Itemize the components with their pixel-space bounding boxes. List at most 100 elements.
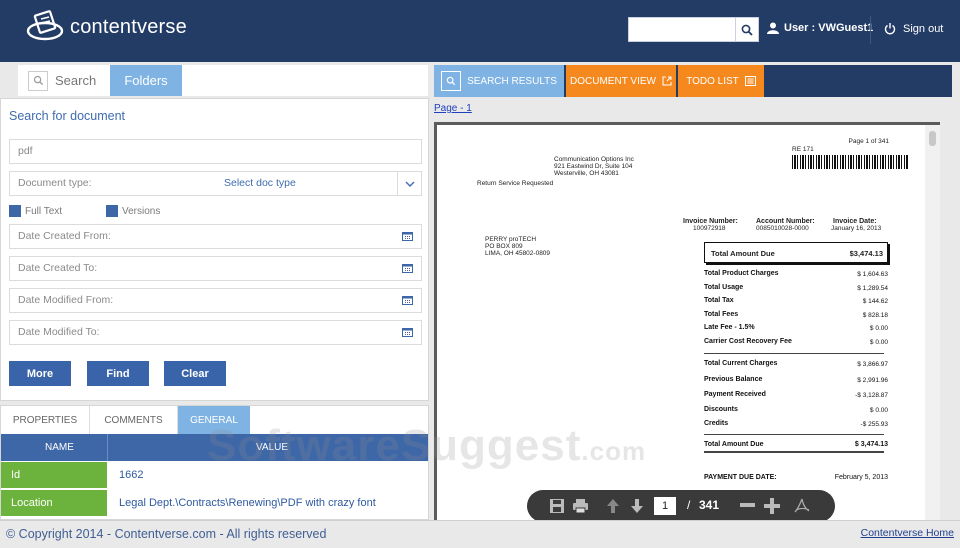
versions-checkbox[interactable]: Versions bbox=[106, 205, 160, 217]
tab-search-results-label: SEARCH RESULTS bbox=[467, 75, 557, 87]
total-due-box: Total Amount Due $3,474.13 bbox=[704, 242, 888, 263]
account-number: 0085010028-0000 bbox=[756, 225, 809, 232]
addressee-line: LIMA, OH 45802-0809 bbox=[485, 250, 551, 257]
search-panel-title: Search for document bbox=[9, 109, 126, 123]
charge-label: Total Tax bbox=[704, 297, 734, 304]
date-modified-from-field[interactable]: Date Modified From: bbox=[9, 288, 422, 313]
tab-properties[interactable]: PROPERTIES bbox=[1, 406, 90, 434]
checkbox-box bbox=[106, 205, 118, 217]
tab-search-results[interactable]: SEARCH RESULTS bbox=[434, 65, 564, 97]
page-separator: / bbox=[687, 498, 691, 512]
clear-button[interactable]: Clear bbox=[164, 361, 226, 386]
property-value: Legal Dept.\Contracts\Renewing\PDF with … bbox=[119, 497, 376, 509]
divider bbox=[704, 451, 884, 453]
tab-document-view[interactable]: DOCUMENT VIEW bbox=[566, 65, 676, 97]
print-icon[interactable] bbox=[572, 498, 589, 514]
table-row[interactable]: Location Legal Dept.\Contracts\Renewing\… bbox=[1, 490, 428, 517]
final-total-value: $ 3,474.13 bbox=[854, 441, 888, 448]
list-icon bbox=[744, 76, 756, 86]
pdf-icon[interactable] bbox=[794, 498, 810, 514]
return-service-text: Return Service Requested bbox=[477, 180, 554, 187]
home-link[interactable]: Contentverse Home bbox=[861, 527, 954, 539]
calendar-icon[interactable] bbox=[402, 295, 413, 305]
doc-type-label: Document type: bbox=[18, 177, 92, 189]
search-query-input[interactable]: pdf bbox=[9, 139, 422, 164]
search-query-value: pdf bbox=[18, 145, 33, 157]
company-line: Communication Options Inc bbox=[554, 156, 634, 163]
copyright-text: © Copyright 2014 - Contentverse.com - Al… bbox=[6, 527, 327, 541]
tab-search[interactable]: Search bbox=[18, 65, 110, 96]
chevron-down-icon bbox=[397, 172, 421, 195]
signout-label: Sign out bbox=[903, 22, 944, 35]
signout-button[interactable]: Sign out bbox=[884, 22, 943, 35]
checkbox-box bbox=[9, 205, 21, 217]
invoice-date: January 16, 2013 bbox=[831, 225, 882, 232]
logo[interactable]: contentverse bbox=[26, 10, 187, 44]
summary-value: $ 3,866.97 bbox=[857, 361, 888, 368]
search-panel: Search for document pdf Document type: S… bbox=[0, 98, 429, 401]
summary-label: Credits bbox=[704, 420, 729, 427]
calendar-icon[interactable] bbox=[402, 231, 413, 241]
watermark: SoftwareSuggest.com bbox=[207, 421, 646, 471]
top-bar: contentverse User : VWGuest1 Sign out bbox=[0, 0, 960, 62]
property-name: Location bbox=[1, 490, 107, 517]
zoom-in-icon[interactable] bbox=[764, 498, 780, 514]
contentverse-logo-icon bbox=[26, 10, 64, 41]
scrollbar-thumb[interactable] bbox=[929, 131, 936, 146]
charge-label: Late Fee - 1.5% bbox=[704, 324, 755, 331]
company-line: Westerville, OH 43081 bbox=[554, 170, 619, 177]
calendar-icon[interactable] bbox=[402, 327, 413, 337]
page-link[interactable]: Page - 1 bbox=[434, 103, 472, 114]
summary-label: Discounts bbox=[704, 406, 738, 413]
invoice-number: 100972918 bbox=[693, 225, 726, 232]
date-created-from-field[interactable]: Date Created From: bbox=[9, 224, 422, 249]
doc-type-value: Select doc type bbox=[224, 177, 296, 189]
footer: © Copyright 2014 - Contentverse.com - Al… bbox=[0, 520, 960, 548]
charge-value: $ 1,289.54 bbox=[857, 285, 888, 292]
addressee-line: PERRY proTECH bbox=[485, 236, 537, 243]
charge-value: $ 0.00 bbox=[869, 339, 888, 346]
invoice-number-label: Invoice Number: bbox=[683, 218, 738, 225]
more-button[interactable]: More bbox=[9, 361, 71, 386]
watermark-suffix: .com bbox=[581, 436, 647, 466]
column-divider bbox=[107, 434, 108, 461]
viewer-scrollbar[interactable] bbox=[925, 125, 940, 520]
charge-label: Carrier Cost Recovery Fee bbox=[704, 338, 792, 345]
full-text-checkbox[interactable]: Full Text bbox=[9, 205, 62, 217]
save-icon[interactable] bbox=[549, 498, 565, 514]
tab-folders-label: Folders bbox=[124, 73, 168, 88]
arrow-up-icon[interactable] bbox=[606, 498, 620, 514]
calendar-icon[interactable] bbox=[402, 263, 413, 273]
page-of-text: Page 1 of 341 bbox=[848, 138, 889, 145]
date-modified-to-field[interactable]: Date Modified To: bbox=[9, 320, 422, 345]
search-icon bbox=[441, 71, 462, 91]
date-created-from-label: Date Created From: bbox=[18, 230, 111, 242]
tab-document-view-label: DOCUMENT VIEW bbox=[570, 75, 656, 87]
property-value: 1662 bbox=[119, 469, 144, 481]
charge-value: $ 0.00 bbox=[869, 325, 888, 332]
page-number-input[interactable]: 1 bbox=[654, 497, 676, 515]
date-modified-from-label: Date Modified From: bbox=[18, 294, 114, 306]
date-created-to-label: Date Created To: bbox=[18, 262, 98, 274]
find-button[interactable]: Find bbox=[87, 361, 149, 386]
summary-value: $ 2,991.96 bbox=[857, 377, 888, 384]
tab-comments[interactable]: COMMENTS bbox=[90, 406, 178, 434]
tab-search-label: Search bbox=[55, 73, 97, 88]
watermark-text: SoftwareSuggest bbox=[207, 421, 582, 470]
arrow-down-icon[interactable] bbox=[630, 498, 644, 514]
header-search-input[interactable] bbox=[629, 18, 735, 41]
total-due-value: $3,474.13 bbox=[849, 249, 883, 258]
tab-todo-list[interactable]: TODO LIST bbox=[678, 65, 764, 97]
header-search-button[interactable] bbox=[735, 18, 758, 41]
tab-folders[interactable]: Folders bbox=[110, 65, 182, 96]
user-menu[interactable]: User : VWGuest1 bbox=[767, 22, 873, 34]
doc-type-select[interactable]: Document type: Select doc type bbox=[9, 171, 422, 196]
summary-value: -$ 3,128.87 bbox=[855, 392, 888, 399]
barcode bbox=[792, 155, 909, 169]
property-name: Id bbox=[1, 462, 107, 489]
viewer-toolbar: 1 / 341 bbox=[527, 490, 835, 522]
logo-text: contentverse bbox=[70, 15, 187, 38]
zoom-out-icon[interactable] bbox=[740, 503, 755, 508]
external-link-icon bbox=[662, 76, 672, 86]
date-created-to-field[interactable]: Date Created To: bbox=[9, 256, 422, 281]
